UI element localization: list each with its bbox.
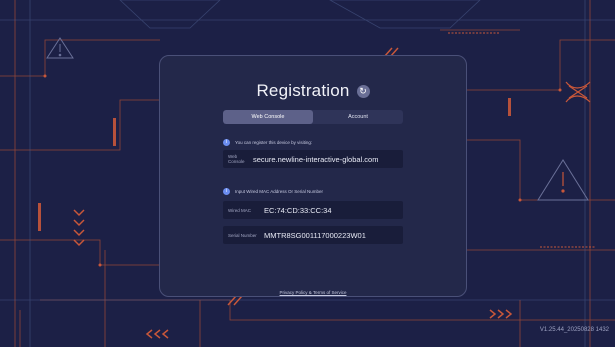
serial-number-value: MMTR8SG001117000223W01	[264, 230, 366, 240]
web-console-info: i You can register this device by visiti…	[223, 138, 312, 146]
dialog-title: Registration	[256, 81, 350, 100]
privacy-terms-link[interactable]: Privacy Policy & Terms of Service	[160, 290, 466, 295]
wired-mac-field: Wired MAC EC:74:CD:33:CC:34	[223, 201, 403, 219]
web-console-label: Web Console	[228, 154, 245, 164]
wired-mac-value: EC:74:CD:33:CC:34	[264, 205, 332, 215]
device-info: i Input Wired MAC Address Or Serial Numb…	[223, 187, 323, 195]
device-info-text: Input Wired MAC Address Or Serial Number	[235, 188, 324, 194]
refresh-icon[interactable]: ↻	[356, 84, 370, 98]
wired-mac-label: Wired MAC	[228, 207, 252, 213]
web-console-field: Web Console secure.newline-interactive-g…	[223, 150, 403, 168]
version-label: V1.25.44_20250828 1432	[539, 327, 609, 333]
serial-number-field: Serial Number MMTR8SG001117000223W01	[223, 226, 403, 244]
registration-dialog: Registration ↻ Web Console Account i You…	[159, 55, 467, 297]
info-icon: i	[223, 187, 230, 195]
tab-account[interactable]: Account	[313, 110, 403, 124]
serial-number-label: Serial Number	[228, 232, 257, 238]
tab-bar: Web Console Account	[223, 110, 403, 124]
info-icon: i	[223, 138, 230, 146]
tab-web-console[interactable]: Web Console	[223, 110, 313, 124]
title-row: Registration ↻	[160, 81, 466, 101]
web-console-url: secure.newline-interactive-global.com	[253, 154, 379, 164]
web-console-info-text: You can register this device by visiting…	[235, 139, 313, 145]
